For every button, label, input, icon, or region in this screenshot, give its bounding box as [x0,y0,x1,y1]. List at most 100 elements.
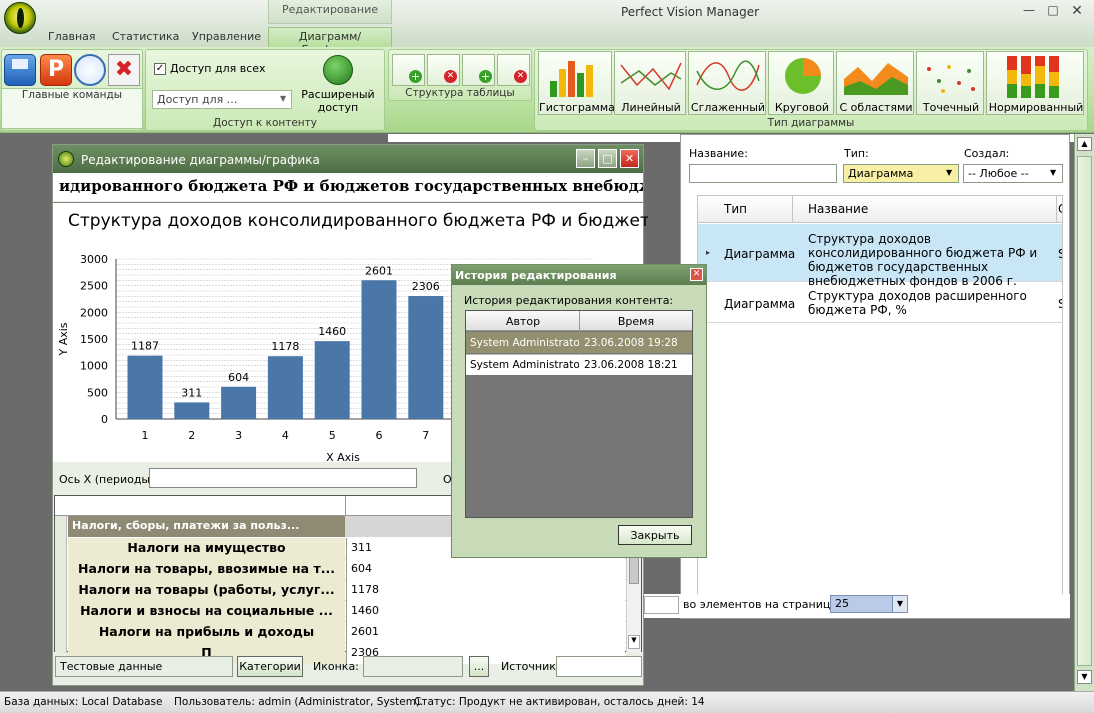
editor-close-button[interactable]: ✕ [620,149,639,168]
bar [314,341,350,419]
chart-type-label: Сглаженный [690,101,766,114]
name-filter-input[interactable] [689,164,837,183]
tab-home[interactable]: Главная [40,30,104,47]
remove-row-icon[interactable]: ✕ [497,54,530,86]
add-column-icon[interactable]: + [392,54,425,86]
dialog-title: История редактирования [452,265,706,285]
chevron-down-icon[interactable]: ▼ [892,595,908,613]
data-grid-group-header[interactable]: Налоги, сборы, платежи за польз... [68,516,345,537]
chart-type-histogram-button[interactable]: Гистограмма [538,51,615,115]
content-access-label: Доступ к контенту [212,117,317,129]
tab-management[interactable]: Управление [184,30,269,47]
save-icon[interactable] [4,54,36,86]
delete-icon[interactable]: ✖ [108,54,140,86]
main-scrollbar[interactable]: ▲ ▼ [1074,134,1094,691]
tab-diagrams[interactable]: Диаграмм/Графиков [268,27,392,56]
access-for-select[interactable]: Доступ для ... [152,90,292,109]
add-row-icon[interactable]: + [462,54,495,86]
col-divider [345,496,346,516]
col-type-header[interactable]: Тип [724,202,747,216]
test-data-field[interactable]: Тестовые данные [55,656,233,677]
row-value[interactable]: 1178 [346,580,625,601]
content-browser-panel: Название: Тип: Диаграмма ▼ Создал: -- Лю… [680,134,1070,619]
minimize-button[interactable]: — [1018,3,1040,21]
created-filter-select[interactable]: -- Любое -- [963,164,1063,183]
bar [361,280,397,419]
x-axis-periods-input[interactable] [149,468,417,488]
group-table-structure: + ✕ + ✕ Структура таблицы [388,49,532,101]
dialog-close-icon[interactable]: ✕ [690,268,703,281]
chart-type-label: Нормированный [988,101,1084,114]
row-type: Диаграмма [724,297,796,311]
y-tick-label: 0 [101,413,108,426]
y-tick-label: 1500 [80,333,108,346]
editor-logo-icon [58,151,74,167]
col-author-header[interactable]: Автор [466,315,580,328]
row-name[interactable]: Налоги на имущество [68,538,345,559]
group-main-commands: P ✖ Главные команды [1,49,143,131]
col-time-header[interactable]: Время [580,315,692,328]
editor-heading: идированного бюджета РФ и бюджетов госуд… [53,173,643,201]
row-selector-column [55,516,67,653]
page-input[interactable] [644,596,679,614]
schedule-icon[interactable] [74,54,106,86]
row-name: Структура доходов консолидированного бюд… [808,232,1038,288]
chart-type-scatter-button[interactable]: Точечный [916,51,984,115]
status-database: База данных: Local Database [4,696,163,708]
scroll-up-icon[interactable]: ▲ [1077,137,1092,151]
chart-type-normalized-button[interactable]: Нормированный [986,51,1084,115]
row-type: Диаграмма [724,247,796,261]
line-chart-icon [620,62,682,91]
context-tab-label: Редактирование [268,0,392,24]
row-value[interactable]: 2601 [346,622,625,643]
chart-type-area-button[interactable]: С областями [836,51,914,115]
chart-title: Структура доходов консолидированного бюд… [68,211,648,231]
row-name[interactable]: Налоги на товары (работы, услуг... [68,580,345,601]
scroll-thumb[interactable] [1077,156,1092,666]
y-tick-label: 500 [87,386,108,399]
row-name[interactable]: Налоги на прибыль и доходы [68,622,345,643]
chart-type-pie-button[interactable]: Круговой [768,51,834,115]
chevron-down-icon: ▼ [946,168,953,177]
source-input[interactable] [556,656,642,677]
grid-header [698,196,1062,223]
row-indicator-icon: ▸ [706,248,711,257]
table-structure-label: Структура таблицы [405,87,515,99]
data-label: 604 [228,371,249,384]
row-value[interactable]: 1460 [346,601,625,622]
scroll-down-icon[interactable]: ▼ [1077,670,1092,684]
scroll-down-icon[interactable]: ▼ [628,635,640,649]
data-label: 2306 [412,280,440,293]
chart-type-line-button[interactable]: Линейный [614,51,686,115]
maximize-button[interactable]: □ [1042,3,1064,21]
per-page-label: во элементов на странице: [683,598,841,611]
tab-statistics[interactable]: Статистика [104,30,187,47]
history-time: 23.06.2008 19:28 [584,337,678,349]
col-name-header[interactable]: Название [808,202,868,216]
type-filter-select[interactable]: Диаграмма [843,164,959,183]
browse-icon-button[interactable]: ... [469,656,489,677]
publish-icon[interactable]: P [40,54,72,86]
data-label: 1187 [131,340,159,353]
chart-type-group-label: Тип диаграммы [767,117,855,129]
close-window-button[interactable]: ✕ [1066,3,1088,21]
icon-input[interactable] [363,656,463,677]
access-all-checkbox[interactable]: ✓ [154,63,166,75]
row-name[interactable]: Налоги и взносы на социальные ... [68,601,345,622]
data-label: 311 [181,386,202,399]
row-name[interactable]: Налоги на товары, ввозимые на т... [68,559,345,580]
editor-maximize-button[interactable]: □ [598,149,617,168]
extended-access-icon[interactable] [323,55,353,85]
categories-button[interactable]: Категории [237,656,303,677]
app-logo-icon[interactable] [4,2,36,34]
col-extra-header: С [1058,202,1062,216]
remove-column-icon[interactable]: ✕ [427,54,460,86]
chart-type-smooth-button[interactable]: Сглаженный [688,51,766,115]
extended-access-button[interactable]: Расширеный доступ [296,88,380,114]
close-dialog-button[interactable]: Закрыть [618,525,692,545]
editor-minimize-button[interactable]: – [576,149,595,168]
y-tick-label: 3000 [80,253,108,266]
row-value[interactable]: 604 [346,559,625,580]
name-filter-label: Название: [689,147,748,160]
main-commands-label: Главные команды [2,88,142,129]
